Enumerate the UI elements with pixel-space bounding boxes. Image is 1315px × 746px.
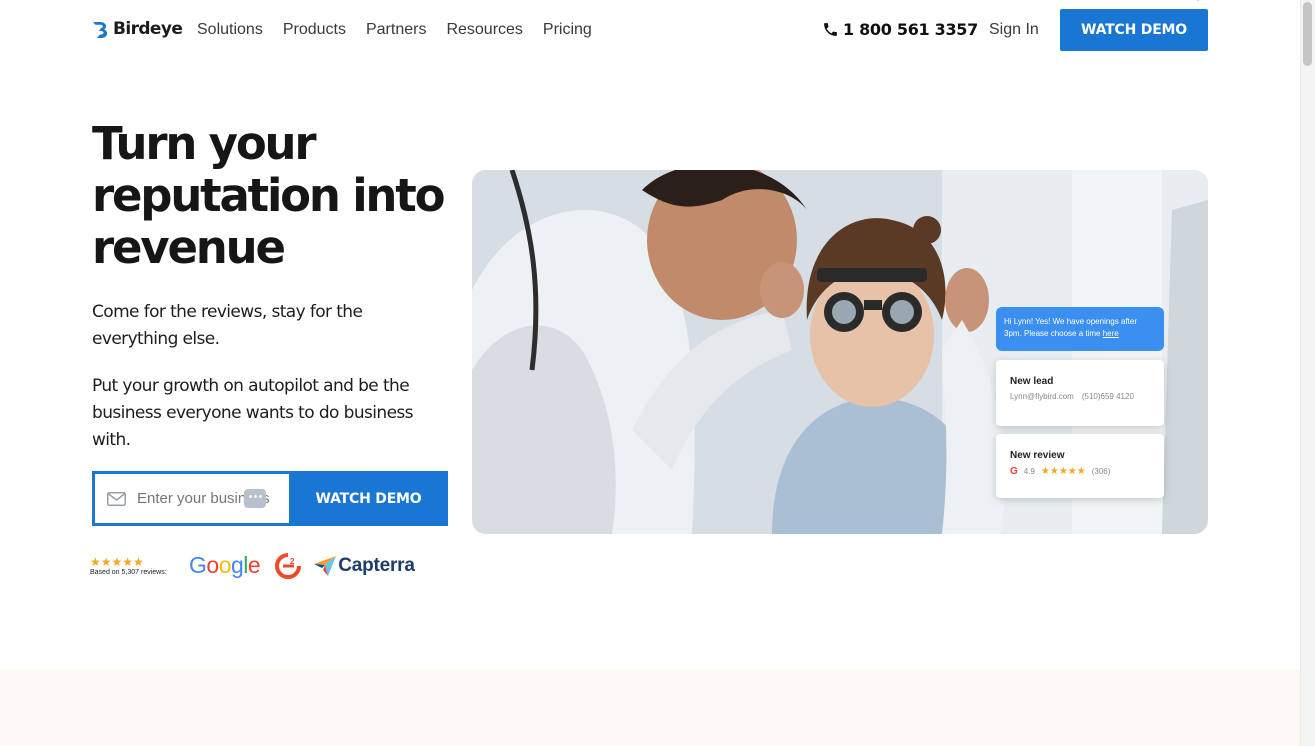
new-review-card: New review G 4.9 ★★★★★ (306) [996, 434, 1164, 498]
phone-number: 1 800 561 3357 [843, 20, 978, 39]
birdeye-bird-icon [93, 22, 107, 38]
email-field-wrapper: ••• [92, 471, 289, 526]
hero-subtitle-1: Come for the reviews, stay for the every… [92, 302, 363, 349]
google-logo[interactable]: Google [189, 552, 261, 579]
google-g-icon: G [1010, 466, 1018, 477]
google-letter: o [218, 552, 232, 578]
autofill-dots-icon[interactable]: ••• [244, 489, 266, 508]
birdeye-logo[interactable]: Birdeye [91, 19, 183, 39]
svg-text:2: 2 [290, 557, 295, 566]
lead-phone: (510)659 4120 [1081, 392, 1134, 401]
page-scrollbar[interactable] [1300, 0, 1315, 746]
google-letter: G [189, 552, 207, 578]
main-nav: Solutions Products Partners Resources Pr… [197, 21, 592, 39]
google-letter: o [206, 552, 219, 578]
review-count: (306) [1091, 467, 1111, 476]
chat-message-bubble: Hi Lynn! Yes! We have openings after 3pm… [996, 307, 1164, 351]
lead-card-title: New lead [1010, 376, 1054, 387]
hero-subtitle-2: Put your growth on autopilot and be the … [92, 376, 414, 450]
review-stars-icon: ★★★★★ [1040, 466, 1086, 477]
brand-name: Birdeye [113, 19, 183, 39]
rating-summary: ★★★★★ Based on 5,307 reviews: [90, 555, 176, 576]
review-card-details: G 4.9 ★★★★★ (306) [1010, 466, 1150, 477]
nav-products[interactable]: Products [283, 21, 346, 39]
lead-card-details: Lynn@flybird.com (510)659 4120 [1010, 392, 1150, 401]
rating-stars-icon: ★★★★★ [90, 555, 144, 569]
demo-signup-form: ••• WATCH DEMO [92, 471, 448, 526]
capterra-wordmark: Capterra [338, 554, 415, 576]
hero-title: Turn your reputation into revenue [92, 117, 445, 274]
watch-demo-button-form[interactable]: WATCH DEMO [289, 471, 448, 526]
phone-link[interactable]: 1 800 561 3357 [822, 20, 978, 39]
nav-solutions[interactable]: Solutions [197, 21, 263, 39]
site-header: Birdeye Solutions Products Partners Reso… [0, 0, 1300, 62]
watch-demo-button-header[interactable]: WATCH DEMO [1060, 9, 1208, 51]
decorative-curve-icon [1196, 0, 1200, 1]
nav-resources[interactable]: Resources [446, 21, 522, 39]
lead-email: Lynn@flybird.com [1010, 392, 1074, 401]
phone-icon [824, 23, 837, 36]
chat-message-link[interactable]: here [1103, 329, 1119, 338]
google-letter: e [247, 552, 261, 578]
new-lead-card: New lead Lynn@flybird.com (510)659 4120 [996, 360, 1164, 426]
sign-in-link[interactable]: Sign In [989, 21, 1039, 39]
nav-pricing[interactable]: Pricing [543, 21, 592, 39]
google-letter: g [230, 552, 244, 578]
scrollbar-thumb[interactable] [1303, 2, 1312, 66]
capterra-arrow-icon [314, 555, 337, 576]
review-badges: ★★★★★ Based on 5,307 reviews: Google 2 C… [90, 552, 415, 579]
g2-logo-icon[interactable]: 2 [275, 552, 302, 579]
next-section-band [0, 670, 1300, 746]
nav-partners[interactable]: Partners [366, 21, 426, 39]
rating-note: Based on 5,307 reviews: [90, 569, 167, 576]
capterra-logo[interactable]: Capterra [314, 555, 415, 577]
review-card-title: New review [1010, 450, 1065, 461]
mail-icon [107, 491, 126, 506]
review-rating: 4.9 [1023, 467, 1035, 476]
